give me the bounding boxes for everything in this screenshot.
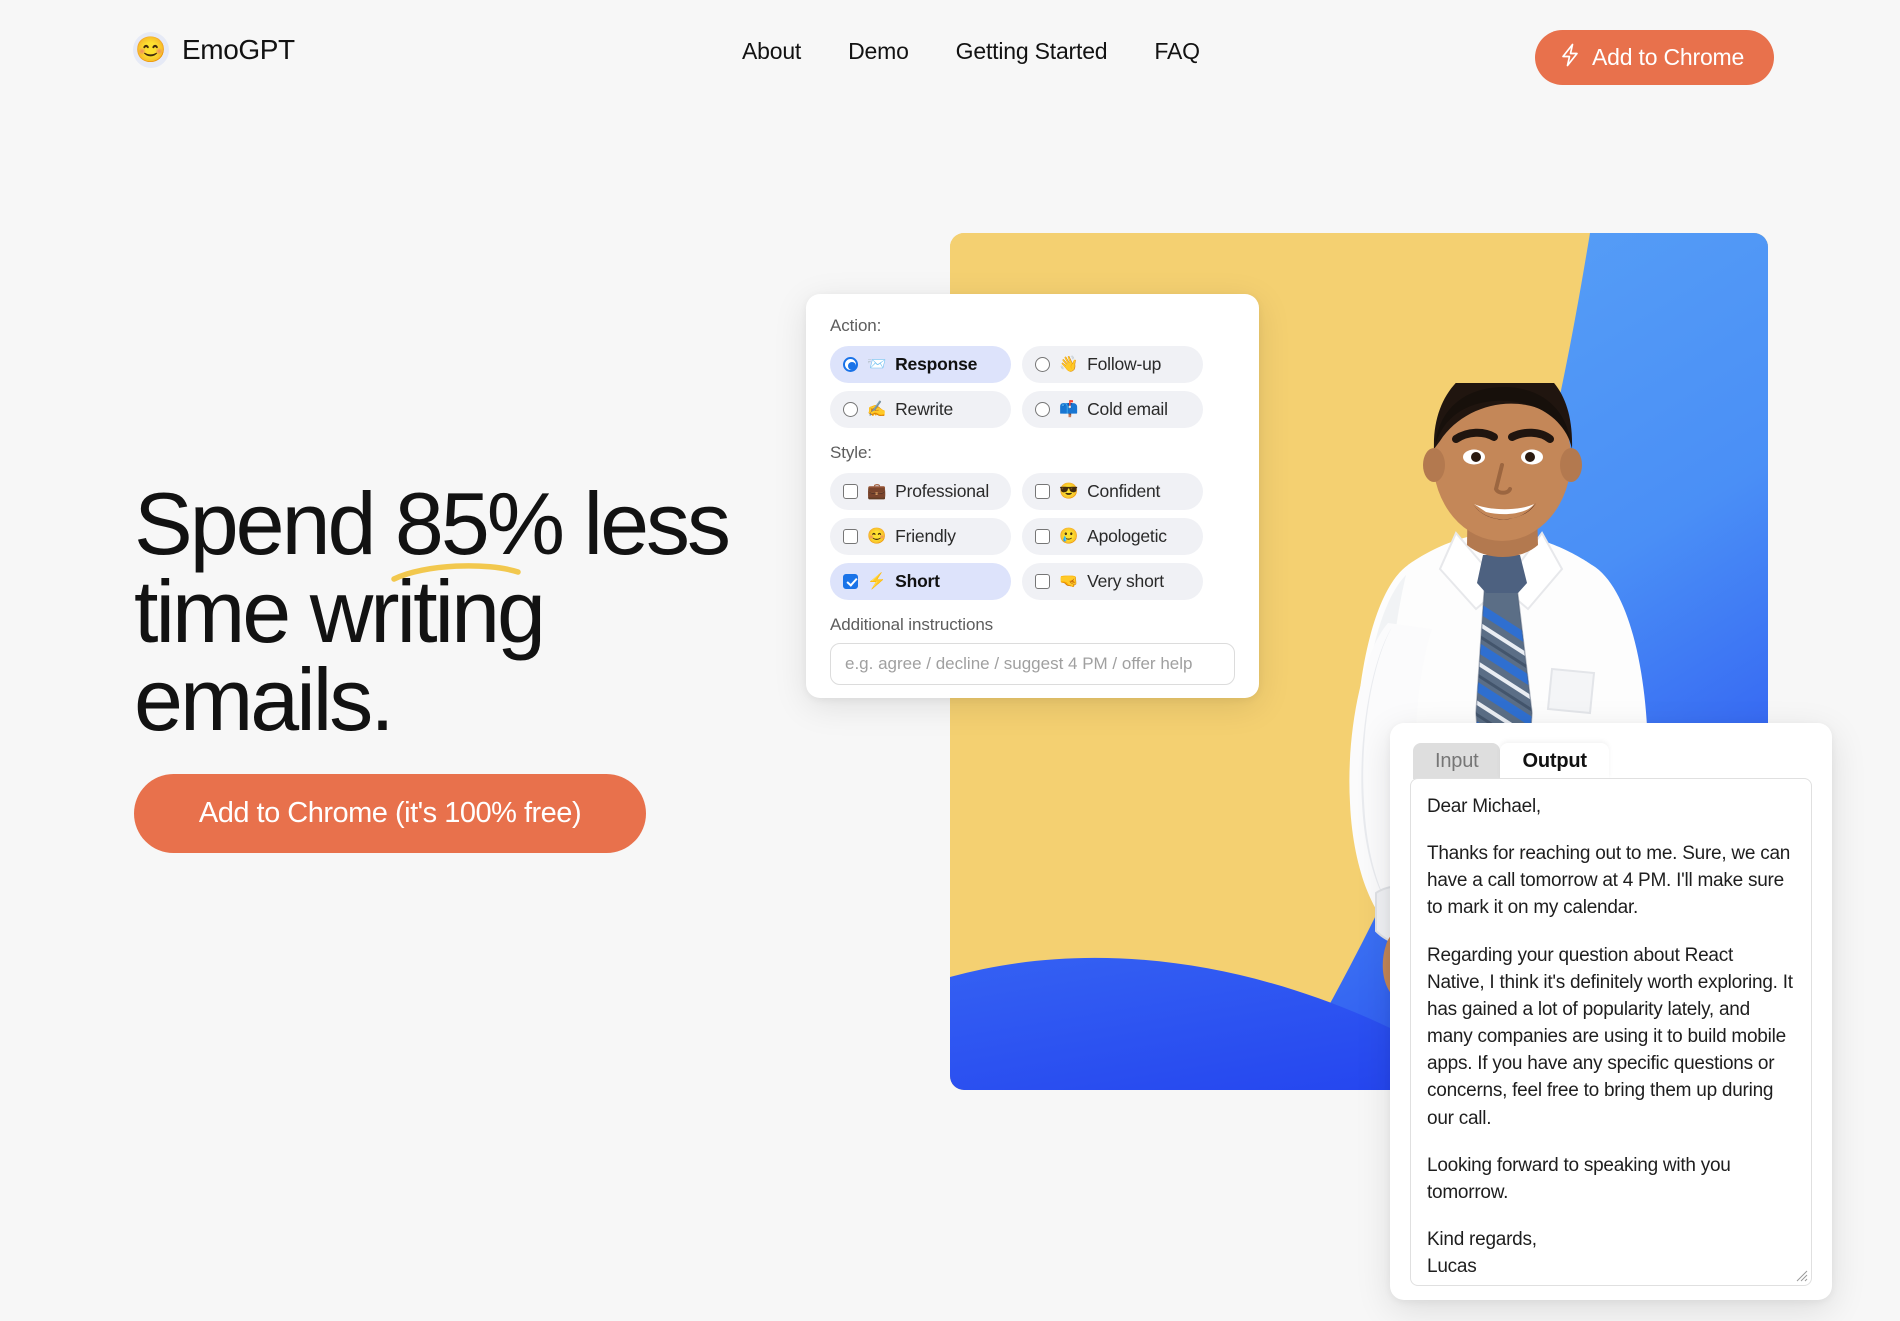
incoming-envelope-icon: 📨 xyxy=(867,355,887,373)
style-option-professional-label: Professional xyxy=(895,481,990,501)
headline-part-1: Spend xyxy=(134,474,395,573)
style-option-apologetic[interactable]: 🥲 Apologetic xyxy=(1022,518,1203,555)
headline-highlight: 85% xyxy=(394,474,565,573)
radio-icon[interactable] xyxy=(1035,402,1050,417)
email-paragraph-3: Looking forward to speaking with you tom… xyxy=(1427,1154,1731,1203)
waving-hand-icon: 👋 xyxy=(1059,355,1079,373)
style-options-group: 💼 Professional 😎 Confident 😊 Friendly 🥲 … xyxy=(830,473,1235,600)
additional-instructions-input[interactable] xyxy=(830,643,1235,685)
style-option-apologetic-label: Apologetic xyxy=(1087,526,1167,546)
email-signature: Lucas xyxy=(1427,1256,1477,1278)
email-paragraph-2: Regarding your question about React Nati… xyxy=(1427,944,1793,1129)
style-option-very-short[interactable]: 🤜 Very short xyxy=(1022,563,1203,600)
nav-link-faq[interactable]: FAQ xyxy=(1154,38,1200,65)
radio-icon[interactable] xyxy=(1035,357,1050,372)
action-option-response-label: Response xyxy=(895,354,978,374)
add-to-chrome-hero-button[interactable]: Add to Chrome (it's 100% free) xyxy=(134,774,646,853)
checkbox-icon[interactable] xyxy=(1035,529,1050,544)
resize-handle-icon[interactable] xyxy=(1796,1270,1808,1282)
action-option-rewrite-label: Rewrite xyxy=(895,399,954,419)
sunglasses-face-icon: 😎 xyxy=(1059,482,1079,500)
style-section-label: Style: xyxy=(830,443,872,462)
top-navigation: 😊 EmoGPT About Demo Getting Started FAQ … xyxy=(0,0,1900,108)
headline-line-2: time writing xyxy=(134,562,546,661)
nav-links: About Demo Getting Started FAQ xyxy=(742,38,1200,65)
nav-link-getting-started[interactable]: Getting Started xyxy=(956,38,1108,65)
action-option-response[interactable]: 📨 Response xyxy=(830,346,1011,383)
settings-panel: Action: 📨 Response 👋 Follow-up ✍️ Rewrit… xyxy=(806,294,1259,698)
style-option-professional[interactable]: 💼 Professional xyxy=(830,473,1011,510)
action-option-cold-email-label: Cold email xyxy=(1087,399,1168,419)
checkbox-icon[interactable] xyxy=(1035,484,1050,499)
action-option-cold-email[interactable]: 📫 Cold email xyxy=(1022,391,1203,428)
lightning-bolt-icon: ⚡ xyxy=(867,572,887,590)
checkbox-icon[interactable] xyxy=(843,484,858,499)
add-to-chrome-nav-label: Add to Chrome xyxy=(1592,44,1745,70)
action-section-label: Action: xyxy=(830,316,882,335)
brand-name: EmoGPT xyxy=(182,34,295,65)
style-option-very-short-label: Very short xyxy=(1087,571,1164,591)
pleading-face-icon: 🥲 xyxy=(1059,527,1079,545)
writing-hand-icon: ✍️ xyxy=(867,400,887,418)
closed-mailbox-icon: 📫 xyxy=(1059,400,1079,418)
email-paragraph-1: Thanks for reaching out to me. Sure, we … xyxy=(1427,843,1791,919)
action-option-rewrite[interactable]: ✍️ Rewrite xyxy=(830,391,1011,428)
smiling-face-icon: 😊 xyxy=(133,32,169,68)
action-option-follow-up[interactable]: 👋 Follow-up xyxy=(1022,346,1203,383)
radio-icon[interactable] xyxy=(843,402,858,417)
style-option-friendly-label: Friendly xyxy=(895,526,956,546)
headline-line-3: emails. xyxy=(134,650,395,749)
hero-content: Spend 85% less time writing emails. Add … xyxy=(134,480,834,853)
briefcase-icon: 💼 xyxy=(867,482,887,500)
style-option-confident[interactable]: 😎 Confident xyxy=(1022,473,1203,510)
email-signoff: Kind regards, xyxy=(1427,1229,1537,1251)
style-option-friendly[interactable]: 😊 Friendly xyxy=(830,518,1011,555)
bolt-icon xyxy=(1560,43,1580,73)
checkbox-icon[interactable] xyxy=(843,529,858,544)
email-output-panel: Input Output Dear Michael, Thanks for re… xyxy=(1390,723,1832,1300)
checkbox-icon[interactable] xyxy=(1035,574,1050,589)
action-options-group: 📨 Response 👋 Follow-up ✍️ Rewrite 📫 Cold… xyxy=(830,346,1235,428)
radio-icon[interactable] xyxy=(843,357,858,372)
brand-logo-link[interactable]: 😊 EmoGPT xyxy=(133,32,295,68)
tab-input[interactable]: Input xyxy=(1413,743,1501,779)
add-to-chrome-nav-button[interactable]: Add to Chrome xyxy=(1535,30,1775,85)
action-option-follow-up-label: Follow-up xyxy=(1087,354,1162,374)
tab-output[interactable]: Output xyxy=(1500,743,1609,779)
style-option-confident-label: Confident xyxy=(1087,481,1161,501)
email-greeting: Dear Michael, xyxy=(1427,796,1541,817)
checkbox-icon[interactable] xyxy=(843,574,858,589)
nav-link-about[interactable]: About xyxy=(742,38,801,65)
style-option-short-label: Short xyxy=(895,571,940,591)
smiling-face-icon: 😊 xyxy=(867,527,887,545)
nav-link-demo[interactable]: Demo xyxy=(848,38,909,65)
pinching-hand-icon: 🤜 xyxy=(1059,572,1079,590)
page-title: Spend 85% less time writing emails. xyxy=(134,480,834,744)
additional-instructions-label: Additional instructions xyxy=(830,615,994,634)
style-option-short[interactable]: ⚡ Short xyxy=(830,563,1011,600)
email-text-area[interactable]: Dear Michael, Thanks for reaching out to… xyxy=(1410,778,1812,1286)
headline-part-2: less xyxy=(562,474,732,573)
output-tabs: Input Output xyxy=(1413,741,1812,779)
